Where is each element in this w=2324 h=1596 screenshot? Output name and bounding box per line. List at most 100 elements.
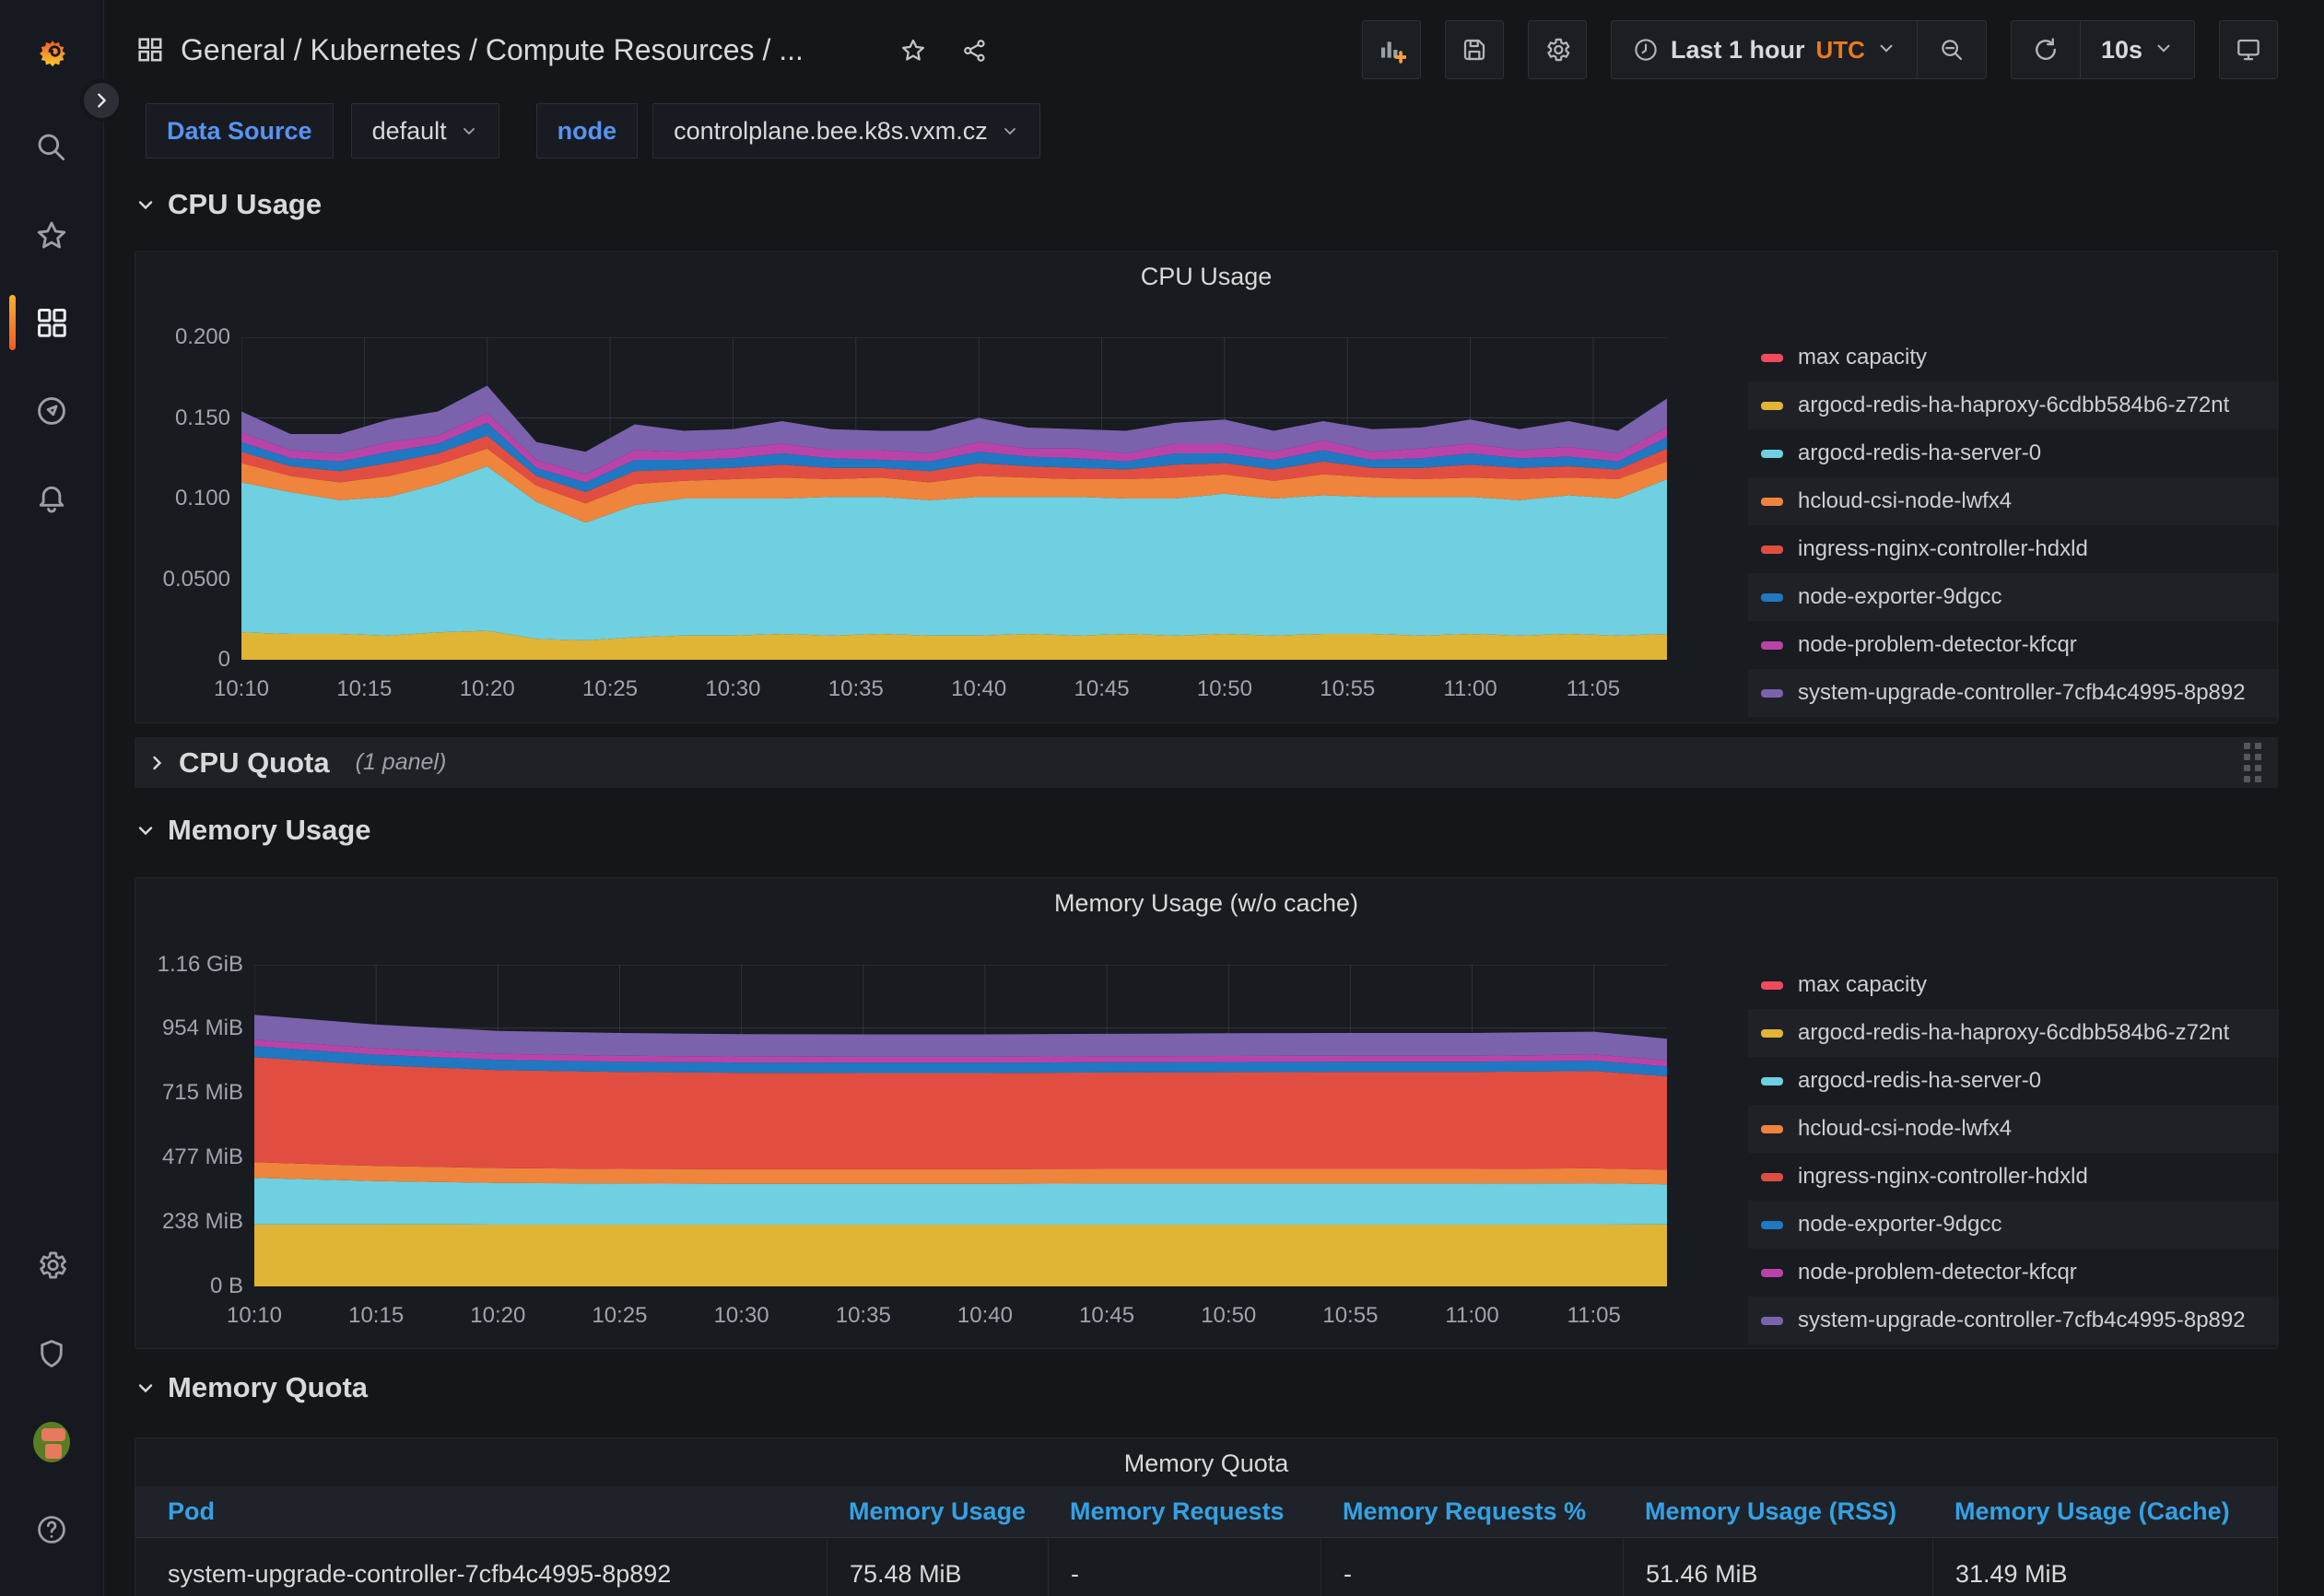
panel-title[interactable]: Memory Usage (w/o cache) xyxy=(135,889,2277,918)
star-dashboard-icon[interactable] xyxy=(899,37,927,65)
section-title: CPU Usage xyxy=(168,188,322,221)
y-axis-tick: 0.200 xyxy=(135,323,230,351)
x-axis-tick: 10:35 xyxy=(812,676,900,702)
legend-item[interactable]: hcloud-csi-node-lwfx4 xyxy=(1748,477,2279,525)
x-axis-tick: 11:00 xyxy=(1428,1303,1517,1329)
legend-item[interactable]: argocd-redis-ha-haproxy-6cdbb584b6-z72nt xyxy=(1748,1009,2279,1057)
legend-item[interactable]: ingress-nginx-controller-hdxld xyxy=(1748,525,2279,573)
node-label: node xyxy=(536,103,639,158)
section-memory-quota[interactable]: Memory Quota xyxy=(135,1364,368,1412)
table-column-header[interactable]: Memory Requests xyxy=(1048,1497,1320,1526)
sidebar-expand-button[interactable] xyxy=(80,79,123,122)
legend-label: node-exporter-9dgcc xyxy=(1798,584,2001,610)
legend-item[interactable]: node-exporter-9dgcc xyxy=(1748,1201,2279,1249)
legend-item[interactable]: system-upgrade-controller-7cfb4c4995-8p8… xyxy=(1748,669,2279,717)
chevron-down-icon xyxy=(1876,38,1896,63)
share-dashboard-icon[interactable] xyxy=(961,37,989,65)
legend-swatch xyxy=(1761,1077,1783,1086)
table-column-header[interactable]: Memory Usage (RSS) xyxy=(1623,1497,1932,1526)
refresh-interval-picker[interactable]: 10s xyxy=(2080,21,2194,78)
section-memory-usage[interactable]: Memory Usage xyxy=(135,806,371,854)
legend-item[interactable]: node-problem-detector-kfcqr xyxy=(1748,1249,2279,1297)
legend-item[interactable]: argocd-redis-ha-server-0 xyxy=(1748,429,2279,477)
refresh-group: 10s xyxy=(2011,20,2195,79)
table-cell: system-upgrade-controller-7cfb4c4995-8p8… xyxy=(135,1538,827,1596)
search-icon[interactable] xyxy=(33,129,70,166)
section-cpu-usage[interactable]: CPU Usage xyxy=(135,181,322,229)
top-bar: General / Kubernetes / Compute Resources… xyxy=(104,0,2324,100)
user-avatar[interactable] xyxy=(33,1424,70,1461)
table-column-header[interactable]: Memory Usage (Cache) xyxy=(1932,1497,2279,1526)
mem-plot-area[interactable] xyxy=(254,965,1667,1286)
x-axis-tick: 10:30 xyxy=(688,676,777,702)
alerting-bell-icon[interactable] xyxy=(33,481,70,518)
drag-handle-icon[interactable] xyxy=(2244,743,2261,782)
help-icon[interactable] xyxy=(33,1511,70,1548)
y-axis-tick: 0 xyxy=(135,646,230,674)
cycle-view-mode-button[interactable] xyxy=(2219,20,2278,79)
y-axis-tick: 0.100 xyxy=(135,485,230,512)
legend-swatch xyxy=(1761,1173,1783,1181)
chevron-down-icon xyxy=(1001,122,1019,140)
legend-swatch xyxy=(1761,1029,1783,1038)
add-panel-button[interactable] xyxy=(1362,20,1421,79)
series-area xyxy=(254,1057,1667,1169)
explore-compass-icon[interactable] xyxy=(33,393,70,429)
breadcrumb[interactable]: General / Kubernetes / Compute Resources… xyxy=(181,33,804,67)
starred-dashboards-icon[interactable] xyxy=(33,217,70,254)
configuration-gear-icon[interactable] xyxy=(33,1247,70,1284)
datasource-select[interactable]: default xyxy=(351,103,499,158)
grafana-logo-icon[interactable] xyxy=(33,34,70,71)
time-range-picker[interactable]: Last 1 hour UTC xyxy=(1612,21,1917,78)
chevron-down-icon xyxy=(135,194,157,216)
x-axis-tick: 10:20 xyxy=(443,676,532,702)
cpu-plot-area[interactable] xyxy=(241,337,1667,660)
legend-swatch xyxy=(1761,1269,1783,1277)
zoom-out-time-button[interactable] xyxy=(1917,21,1986,78)
section-title: Memory Quota xyxy=(168,1371,368,1404)
refresh-button[interactable] xyxy=(2012,21,2080,78)
x-axis-tick: 10:50 xyxy=(1184,1303,1273,1329)
node-select[interactable]: controlplane.bee.k8s.vxm.cz xyxy=(652,103,1040,158)
table-column-header[interactable]: Memory Usage xyxy=(827,1497,1048,1526)
table-row[interactable]: system-upgrade-controller-7cfb4c4995-8p8… xyxy=(135,1538,2277,1596)
dashboard-toolbar: Last 1 hour UTC xyxy=(1362,20,2278,79)
x-axis-tick: 10:35 xyxy=(819,1303,908,1329)
table-cell: - xyxy=(1320,1538,1623,1596)
legend-item[interactable]: node-problem-detector-kfcqr xyxy=(1748,621,2279,669)
legend-label: ingress-nginx-controller-hdxld xyxy=(1798,1164,2088,1190)
legend-item[interactable]: argocd-redis-ha-haproxy-6cdbb584b6-z72nt xyxy=(1748,381,2279,429)
dashboard-settings-button[interactable] xyxy=(1528,20,1587,79)
legend-swatch xyxy=(1761,498,1783,506)
timezone-label: UTC xyxy=(1816,36,1865,65)
table-column-header[interactable]: Pod xyxy=(135,1497,827,1526)
table-column-header[interactable]: Memory Requests % xyxy=(1320,1497,1623,1526)
y-axis-tick: 0.150 xyxy=(135,405,230,432)
cpu-legend: max capacity argocd-redis-ha-haproxy-6cdb… xyxy=(1748,334,2279,717)
sidebar xyxy=(0,0,104,1596)
legend-label: max capacity xyxy=(1798,345,1927,370)
legend-label: system-upgrade-controller-7cfb4c4995-8p8… xyxy=(1798,680,2246,706)
legend-item[interactable]: hcloud-csi-node-lwfx4 xyxy=(1748,1105,2279,1153)
clock-icon xyxy=(1632,36,1660,64)
legend-item[interactable]: system-upgrade-controller-7cfb4c4995-8p8… xyxy=(1748,1297,2279,1344)
legend-swatch xyxy=(1761,981,1783,990)
x-axis-tick: 10:45 xyxy=(1058,676,1146,702)
datasource-label: Data Source xyxy=(146,103,334,158)
legend-swatch xyxy=(1761,1221,1783,1229)
legend-item[interactable]: max capacity xyxy=(1748,334,2279,381)
save-dashboard-button[interactable] xyxy=(1445,20,1504,79)
legend-item[interactable]: ingress-nginx-controller-hdxld xyxy=(1748,1153,2279,1201)
server-admin-shield-icon[interactable] xyxy=(33,1335,70,1372)
chevron-down-icon xyxy=(135,819,157,841)
legend-item[interactable]: argocd-redis-ha-server-0 xyxy=(1748,1057,2279,1105)
dashboards-icon[interactable] xyxy=(33,304,70,341)
panel-title[interactable]: Memory Quota xyxy=(135,1449,2277,1478)
section-cpu-quota[interactable]: CPU Quota (1 panel) xyxy=(135,737,2278,788)
legend-item[interactable]: max capacity xyxy=(1748,961,2279,1009)
legend-item[interactable]: node-exporter-9dgcc xyxy=(1748,573,2279,621)
y-axis-tick: 477 MiB xyxy=(135,1144,243,1171)
panel-title[interactable]: CPU Usage xyxy=(135,263,2277,291)
section-title: Memory Usage xyxy=(168,814,371,847)
datasource-value: default xyxy=(372,117,447,146)
